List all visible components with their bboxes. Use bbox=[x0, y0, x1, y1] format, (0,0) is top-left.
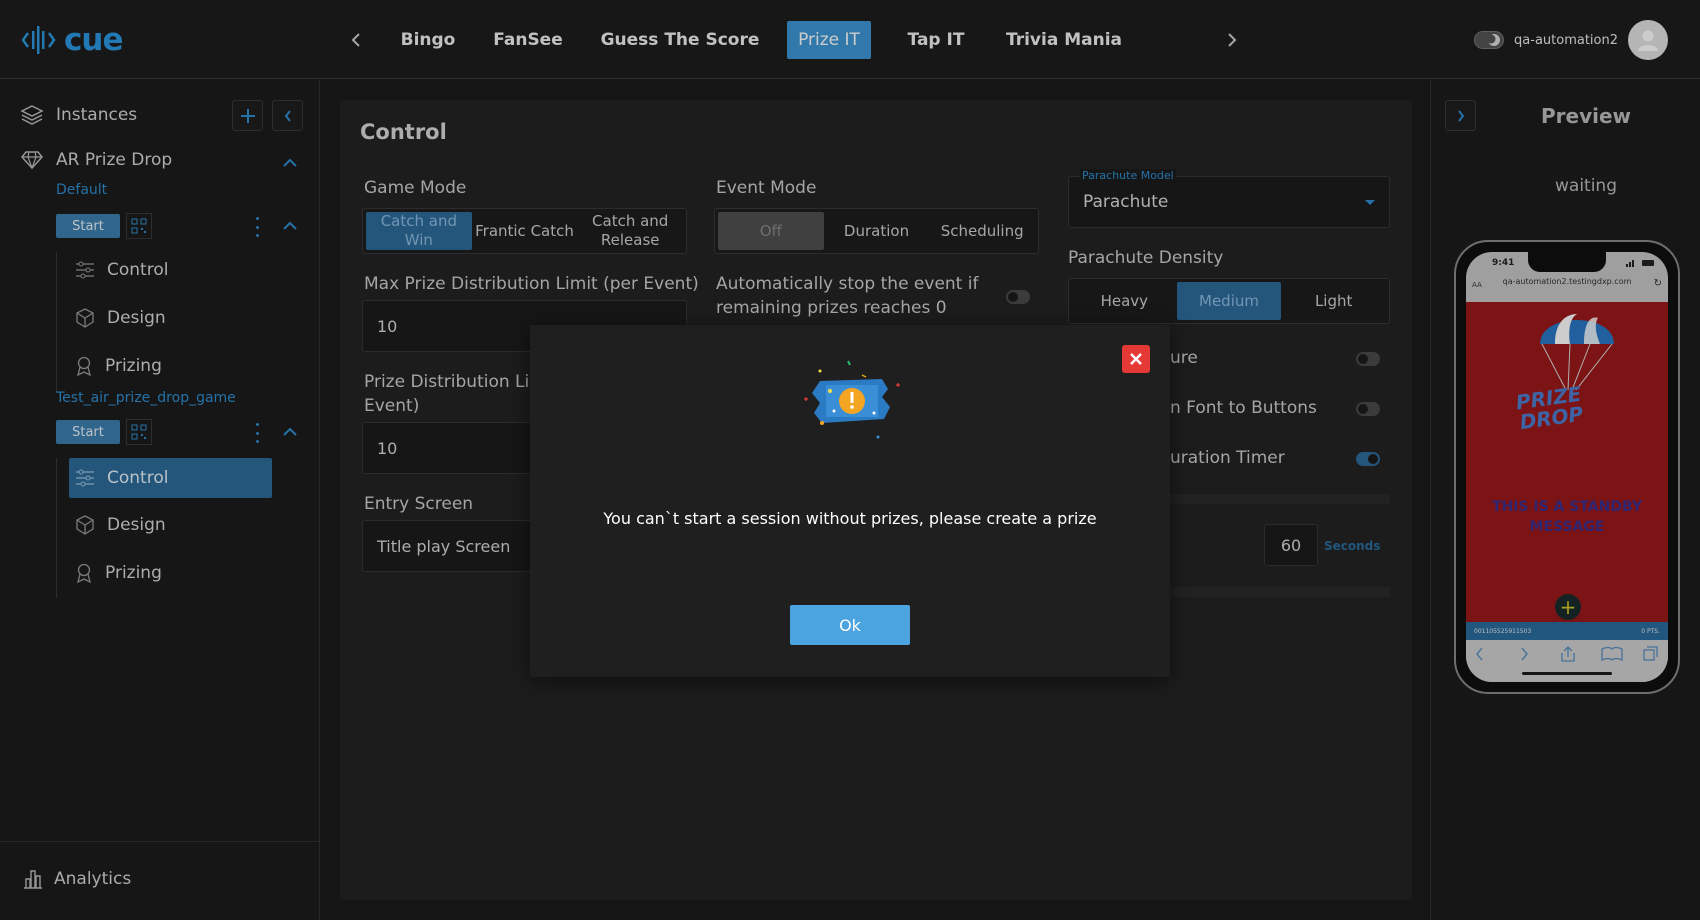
dialog-message: You can`t start a session without prizes… bbox=[603, 509, 1097, 528]
app-root: cue Bingo FanSee Guess The Score Prize I… bbox=[0, 0, 1700, 920]
close-icon bbox=[1130, 353, 1142, 365]
close-button[interactable] bbox=[1122, 345, 1150, 373]
error-dialog: You can`t start a session without prizes… bbox=[530, 325, 1170, 677]
ok-button[interactable]: Ok bbox=[790, 605, 910, 645]
warning-illustration-icon bbox=[804, 360, 900, 439]
